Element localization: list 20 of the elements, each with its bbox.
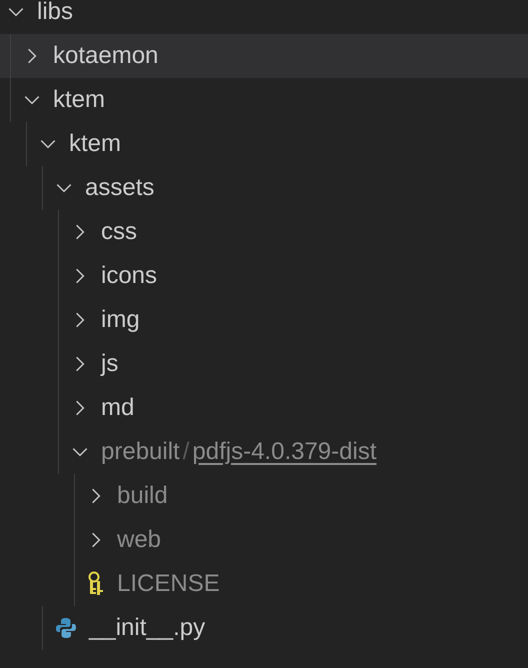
folder-row[interactable]: kotaemon (0, 34, 528, 78)
folder-name: css (101, 217, 137, 247)
folder-name: kotaemon (53, 41, 158, 71)
folder-name: assets (85, 173, 154, 203)
key-icon (87, 571, 105, 597)
python-icon (55, 617, 77, 639)
folder-name: ktem (53, 85, 106, 115)
folder-name[interactable]: prebuilt (101, 434, 180, 470)
folder-name: md (101, 393, 134, 423)
file-name: LICENSE (117, 569, 220, 599)
folder-name: web (117, 525, 162, 555)
folder-name: ktem (69, 129, 122, 159)
folder-name: img (101, 305, 140, 335)
folder-name: libs (37, 0, 74, 27)
path-separator: / (182, 437, 190, 467)
folder-name: icons (101, 261, 158, 291)
folder-name: build (117, 481, 168, 511)
folder-name[interactable]: pdfjs-4.0.379-dist (192, 434, 376, 470)
folder-name: js (101, 349, 118, 379)
file-name: __init__.py (89, 613, 206, 643)
